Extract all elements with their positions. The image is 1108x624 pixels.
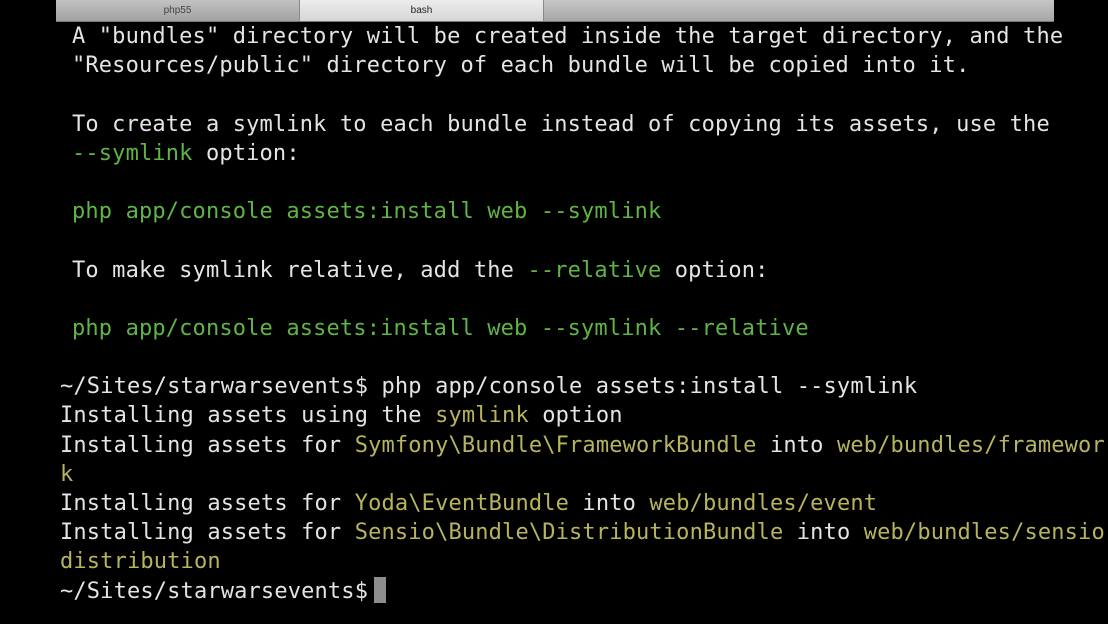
- shell-prompt: ~/Sites/starwarsevents$: [60, 374, 369, 400]
- output-text: Installing assets for: [60, 491, 355, 516]
- output-line: Installing assets for Sensio\Bundle\Dist…: [60, 518, 1105, 547]
- output-line: Installing assets for Yoda\EventBundle i…: [60, 489, 1050, 518]
- help-line: To make symlink relative, add the --rela…: [60, 256, 1050, 285]
- output-line: Installing assets for Symfony\Bundle\Fra…: [60, 431, 1105, 460]
- help-line: A "bundles" directory will be created in…: [72, 24, 1064, 49]
- bundle-name: Yoda\EventBundle: [354, 491, 570, 516]
- bundle-path: web/bundles/sensio: [863, 520, 1105, 546]
- help-text: option:: [661, 257, 769, 283]
- command-line: ~/Sites/starwarsevents$ php app/console …: [60, 372, 1050, 401]
- shell-prompt: ~/Sites/starwarsevents$: [60, 578, 369, 604]
- bundle-name: Sensio\Bundle\DistributionBundle: [354, 520, 784, 546]
- output-text: Installing assets for: [60, 520, 355, 546]
- option-relative: --relative: [527, 257, 662, 283]
- help-text: option:: [192, 140, 300, 166]
- help-line: To create a symlink to each bundle inste…: [72, 111, 1050, 137]
- output-text: into: [569, 491, 650, 516]
- terminal-window: php55 bash A "bundles" directory will be…: [56, 0, 1105, 624]
- tab-bar: php55 bash: [56, 0, 1054, 22]
- output-text: into: [783, 520, 864, 546]
- help-line: "Resources/public" directory of each bun…: [72, 53, 970, 79]
- option-symlink: --symlink: [72, 140, 193, 166]
- install-mode: symlink: [435, 403, 529, 429]
- terminal-output[interactable]: A "bundles" directory will be created in…: [60, 22, 1105, 606]
- prompt-line[interactable]: ~/Sites/starwarsevents$: [60, 576, 1050, 606]
- example-command: php app/console assets:install web --sym…: [72, 315, 809, 341]
- bundle-name: Symfony\Bundle\FrameworkBundle: [354, 432, 757, 458]
- tab-bar-empty-area: [544, 0, 1054, 21]
- example-command: php app/console assets:install web --sym…: [72, 199, 662, 225]
- bundle-path: web/bundles/framewor: [836, 432, 1105, 458]
- help-text: To make symlink relative, add the: [72, 257, 528, 283]
- output-line-wrap: distribution: [60, 549, 221, 575]
- output-text: Installing assets using the: [60, 403, 436, 429]
- output-text: option: [528, 403, 623, 429]
- output-text: Installing assets for: [60, 432, 355, 458]
- bundle-path: web/bundles/event: [649, 491, 878, 516]
- output-line: Installing assets using the symlink opti…: [60, 401, 1050, 430]
- tab-bash[interactable]: bash: [300, 0, 544, 21]
- output-line-wrap: k: [60, 461, 74, 487]
- help-line: --symlink option:: [60, 139, 1050, 168]
- output-text: into: [756, 432, 837, 458]
- text-cursor: [374, 576, 387, 603]
- command-text: php app/console assets:install --symlink: [368, 374, 918, 400]
- tab-php55[interactable]: php55: [56, 0, 300, 21]
